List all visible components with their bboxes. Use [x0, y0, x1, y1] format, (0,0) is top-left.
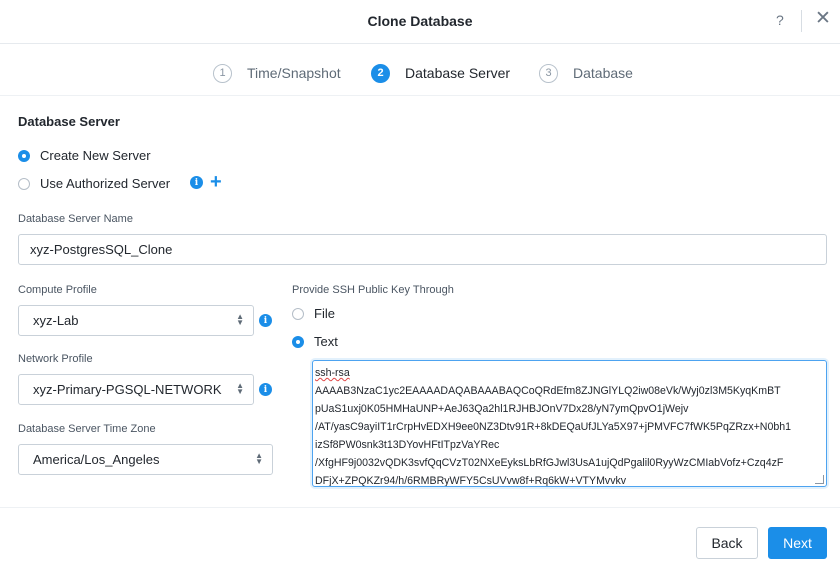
- ssh-file-option[interactable]: File: [292, 306, 335, 321]
- radio-unchecked[interactable]: [292, 307, 304, 320]
- step-number: 2: [371, 63, 390, 83]
- ssh-key-line: AAAAB3NzaC1yc2EAAAADAQABAAABAQCoQRdEfm8Z…: [315, 385, 781, 397]
- help-icon[interactable]: ?: [776, 12, 784, 28]
- select-arrows-icon: ▲ ▼: [255, 451, 263, 466]
- compute-profile-value: xyz-Lab: [33, 313, 79, 328]
- radio-checked[interactable]: [292, 335, 304, 348]
- ssh-text-option[interactable]: Text: [292, 334, 338, 349]
- radio-label: Use Authorized Server: [40, 176, 171, 191]
- server-name-input[interactable]: xyz-PostgresSQL_Clone: [18, 234, 827, 265]
- network-profile-select[interactable]: xyz-Primary-PGSQL-NETWORK ▲ ▼: [18, 374, 254, 405]
- step-number: 1: [213, 63, 232, 83]
- radio-label: File: [314, 306, 335, 321]
- dialog-header: Clone Database ? ✕: [0, 0, 840, 44]
- step-database-server[interactable]: 2 Database Server: [371, 63, 510, 83]
- radio-unchecked[interactable]: [18, 177, 30, 190]
- info-icon[interactable]: i: [190, 176, 203, 189]
- plus-icon[interactable]: +: [210, 172, 222, 192]
- compute-profile-label: Compute Profile: [18, 284, 97, 296]
- header-divider: [801, 10, 802, 32]
- ssh-key-line: /XfgHF9j0032vQDK3svfQqCVzT02NXeEyksLbRfG…: [315, 457, 784, 469]
- resize-handle-icon[interactable]: [815, 475, 824, 484]
- radio-checked[interactable]: [18, 149, 30, 162]
- step-label: Time/Snapshot: [247, 65, 341, 81]
- compute-profile-select[interactable]: xyz-Lab ▲ ▼: [18, 305, 254, 336]
- footer-divider: [0, 507, 840, 508]
- ssh-key-line: pUaS1uxj0K05HMHaUNP+AeJ63Qa2hl1RJHBJOnV7…: [315, 403, 689, 415]
- ssh-key-textarea[interactable]: ssh-rsa AAAAB3NzaC1yc2EAAAADAQABAAABAQCo…: [312, 360, 827, 487]
- next-button[interactable]: Next: [768, 527, 827, 559]
- wizard-stepper: 1 Time/Snapshot 2 Database Server 3 Data…: [0, 44, 840, 96]
- ssh-key-line: DFjX+ZPQKZr94/h/6RMBRyWFY5CsUVvw8f+Rq6kW…: [315, 475, 627, 487]
- ssh-key-line: /AT/yasC9ayiIT1rCrpHvEDXH9ee0NZ3Dtv91R+8…: [315, 421, 792, 433]
- use-authorized-server-option[interactable]: Use Authorized Server: [18, 176, 170, 191]
- section-title: Database Server: [18, 114, 120, 129]
- step-label: Database: [573, 65, 633, 81]
- radio-label: Create New Server: [40, 148, 151, 163]
- info-icon[interactable]: i: [259, 314, 272, 327]
- timezone-label: Database Server Time Zone: [18, 423, 156, 435]
- info-icon[interactable]: i: [259, 383, 272, 396]
- ssh-key-label: Provide SSH Public Key Through: [292, 284, 454, 296]
- step-number: 3: [539, 63, 558, 83]
- select-arrows-icon: ▲ ▼: [236, 312, 244, 327]
- network-profile-label: Network Profile: [18, 353, 93, 365]
- network-profile-value: xyz-Primary-PGSQL-NETWORK: [33, 382, 222, 397]
- create-new-server-option[interactable]: Create New Server: [18, 148, 151, 163]
- select-arrows-icon: ▲ ▼: [236, 381, 244, 396]
- step-label: Database Server: [405, 65, 511, 81]
- dialog-title: Clone Database: [367, 13, 473, 29]
- server-name-label: Database Server Name: [18, 213, 133, 225]
- step-time-snapshot[interactable]: 1 Time/Snapshot: [213, 63, 341, 83]
- radio-label: Text: [314, 334, 338, 349]
- ssh-key-line: izSf8PW0snk3t13DYovHFtITpzVaYRec: [315, 439, 500, 451]
- timezone-value: America/Los_Angeles: [33, 452, 160, 467]
- step-database[interactable]: 3 Database: [539, 63, 633, 83]
- timezone-select[interactable]: America/Los_Angeles ▲ ▼: [18, 444, 273, 475]
- close-icon[interactable]: ✕: [815, 8, 831, 30]
- ssh-key-line: ssh-rsa: [315, 367, 350, 379]
- back-button[interactable]: Back: [696, 527, 758, 559]
